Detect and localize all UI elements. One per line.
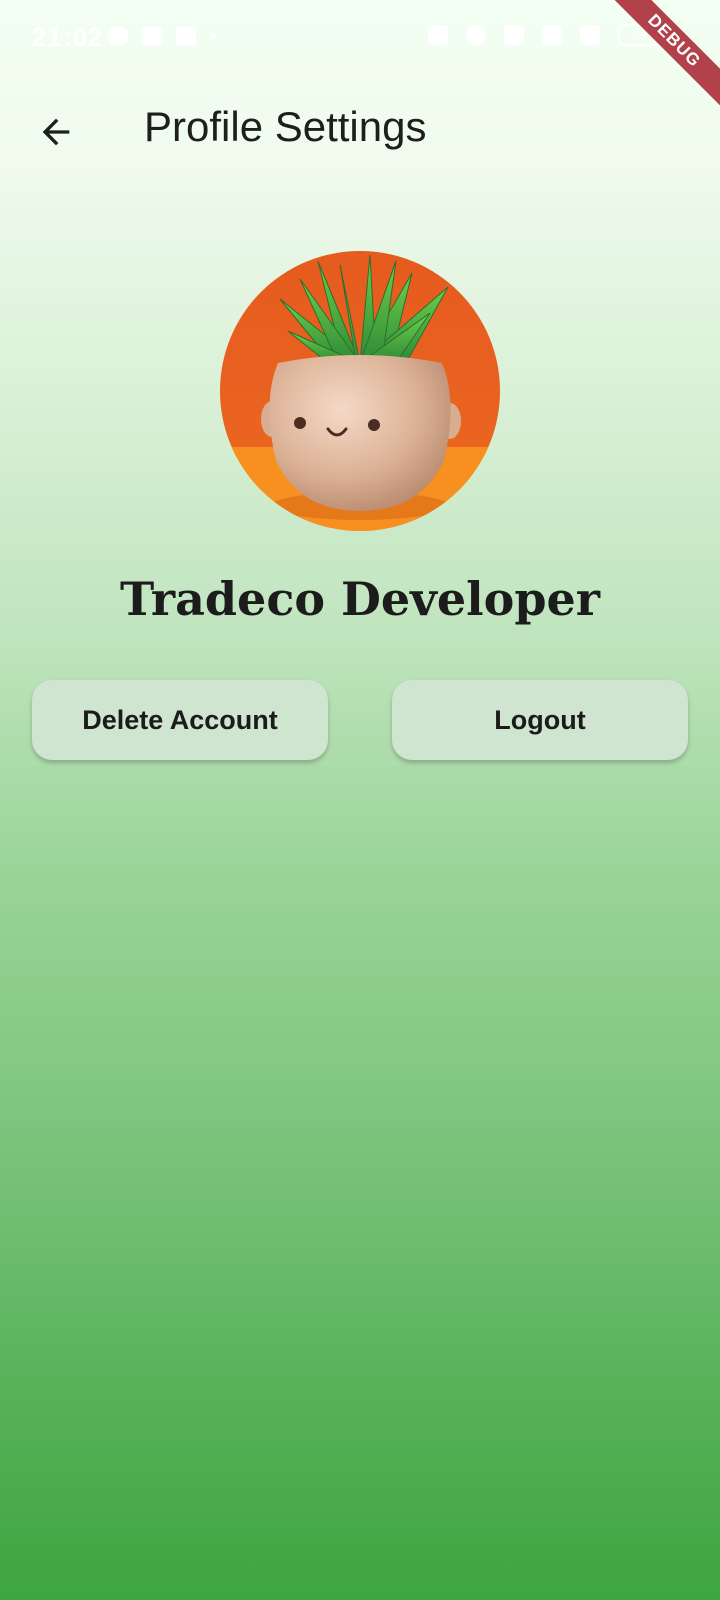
app-bar: Profile Settings xyxy=(0,88,720,168)
back-button[interactable] xyxy=(24,100,88,164)
arrow-back-icon xyxy=(42,118,70,146)
vibrate-icon xyxy=(428,25,448,45)
status-time: 21:02 xyxy=(32,22,104,52)
bluetooth-icon xyxy=(504,25,524,45)
cast-icon xyxy=(176,26,196,46)
status-left-icons xyxy=(108,26,216,46)
avatar xyxy=(220,251,500,531)
alarm-icon xyxy=(466,25,486,45)
page-title: Profile Settings xyxy=(144,103,427,150)
delete-account-button[interactable]: Delete Account xyxy=(32,680,328,760)
dot-icon xyxy=(210,33,216,39)
notification-icon xyxy=(108,26,128,46)
plant-pot-avatar xyxy=(220,251,500,531)
signal-icon xyxy=(580,25,600,45)
user-name: Tradeco Developer xyxy=(119,572,601,626)
youtube-icon xyxy=(142,26,162,46)
logout-button[interactable]: Logout xyxy=(392,680,688,760)
wifi-icon xyxy=(542,25,562,45)
